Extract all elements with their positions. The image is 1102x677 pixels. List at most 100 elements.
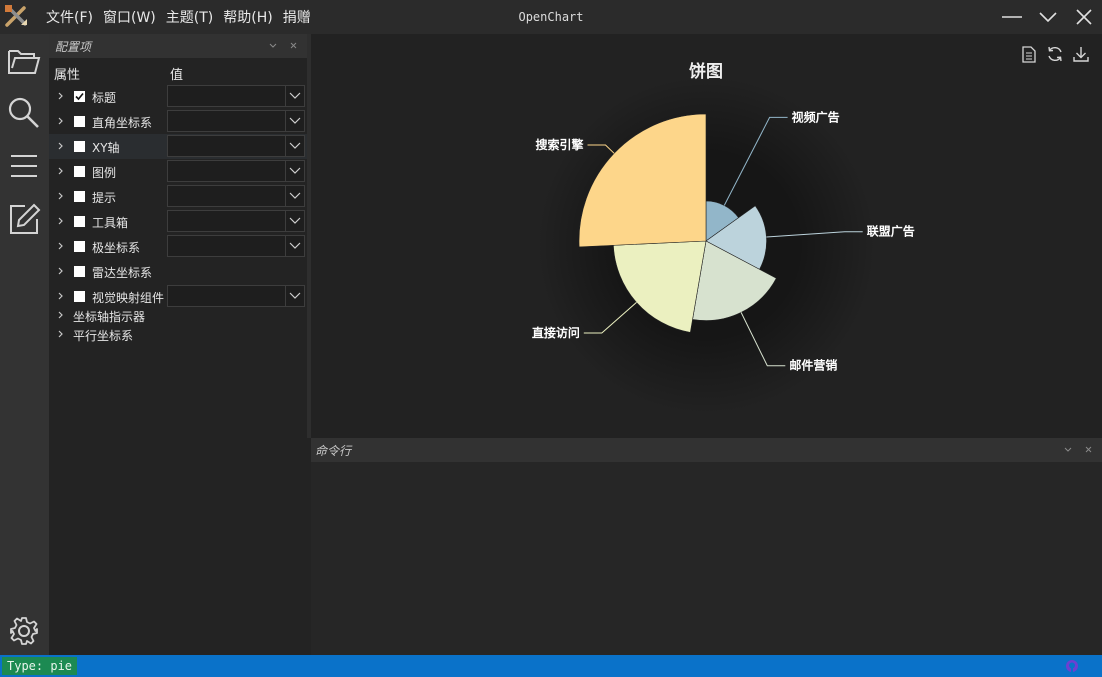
chevron-right-icon[interactable]: [57, 290, 65, 302]
chevron-down-icon: [289, 217, 301, 224]
tree-row[interactable]: 极坐标系: [49, 234, 307, 259]
slice-label-4: 直接访问: [532, 325, 580, 340]
status-bar: Type: pie: [0, 655, 1102, 677]
enable-checkbox[interactable]: [74, 166, 85, 177]
edit-icon: [10, 203, 41, 234]
chevron-right-icon[interactable]: [57, 190, 65, 202]
menu-donate[interactable]: 捐赠: [283, 7, 311, 27]
chevron-right-icon[interactable]: [57, 115, 65, 127]
edit-button[interactable]: [5, 200, 43, 238]
dropdown-arrow: [285, 211, 304, 231]
minimize-icon: [1002, 16, 1022, 18]
tree-row-label: 图例: [92, 166, 117, 180]
value-dropdown[interactable]: [167, 210, 305, 232]
enable-checkbox[interactable]: [74, 191, 85, 202]
tree-row[interactable]: 工具箱: [49, 209, 307, 234]
column-header-property: 属性: [54, 68, 81, 83]
slice-label-5: 搜索引擎: [535, 137, 583, 152]
chevron-right-icon[interactable]: [57, 140, 65, 152]
chart-view: 饼图 视频广告 联盟广告 邮件营销 直接访问 搜索引擎: [311, 34, 1102, 438]
refresh-icon: [1048, 46, 1062, 62]
menu-help[interactable]: 帮助(H): [223, 7, 272, 27]
search-button[interactable]: [5, 94, 43, 132]
chevron-right-icon[interactable]: [57, 90, 65, 102]
restore-button[interactable]: [1042, 44, 1068, 64]
dropdown-arrow: [285, 111, 304, 131]
command-panel-header: 命令行: [311, 438, 1102, 462]
slice-label-3: 邮件营销: [789, 358, 837, 373]
data-view-button[interactable]: [1016, 44, 1042, 64]
chevron-right-icon[interactable]: [57, 215, 65, 227]
enable-checkbox[interactable]: [74, 291, 85, 302]
chevron-down-icon: [269, 43, 277, 48]
chevron-right-icon[interactable]: [57, 309, 65, 321]
document-icon: [1022, 45, 1036, 63]
chevron-right-icon[interactable]: [57, 165, 65, 177]
command-close-button[interactable]: [1080, 445, 1096, 456]
chevron-down-icon: [289, 167, 301, 174]
enable-checkbox[interactable]: [74, 141, 85, 152]
tree-row[interactable]: 雷达坐标系: [49, 259, 307, 284]
command-collapse-button[interactable]: [1060, 445, 1076, 456]
chevron-down-icon: [289, 192, 301, 199]
dropdown-arrow: [285, 236, 304, 256]
tree-row[interactable]: 标题: [49, 84, 307, 109]
command-input-area[interactable]: [311, 462, 1102, 655]
save-image-button[interactable]: [1068, 44, 1094, 64]
dropdown-arrow: [285, 186, 304, 206]
settings-button[interactable]: [5, 612, 43, 650]
value-dropdown[interactable]: [167, 85, 305, 107]
config-panel-header: 配置项: [49, 34, 307, 58]
enable-checkbox[interactable]: [74, 266, 85, 277]
tree-row-label: 标题: [92, 91, 117, 105]
menu-window[interactable]: 窗口(W): [103, 7, 156, 27]
chevron-down-icon: [289, 242, 301, 249]
chevron-right-icon[interactable]: [57, 328, 65, 340]
close-button[interactable]: [1066, 0, 1102, 34]
folder-icon: [8, 50, 41, 74]
value-dropdown[interactable]: [167, 135, 305, 157]
maximize-button[interactable]: [1030, 0, 1066, 34]
tree-row[interactable]: 直角坐标系: [49, 109, 307, 134]
menu-bar: 文件(F) 窗口(W) 主题(T) 帮助(H) 捐赠: [46, 0, 321, 34]
window-controls: [994, 0, 1102, 34]
chevron-down-icon: [289, 117, 301, 124]
slice-label-1: 视频广告: [792, 109, 840, 124]
checkmark-icon: [75, 92, 84, 101]
menu-theme[interactable]: 主题(T): [166, 7, 213, 27]
chevron-right-icon[interactable]: [57, 265, 65, 277]
close-icon: [1085, 446, 1091, 452]
value-dropdown[interactable]: [167, 160, 305, 182]
enable-checkbox[interactable]: [74, 241, 85, 252]
chevron-down-icon: [1064, 447, 1072, 452]
tree-row[interactable]: 图例: [49, 159, 307, 184]
minimize-button[interactable]: [994, 0, 1030, 34]
tree-row-label: 雷达坐标系: [92, 266, 153, 280]
column-header-value: 值: [170, 68, 184, 83]
enable-checkbox[interactable]: [74, 116, 85, 127]
dropdown-arrow: [285, 161, 304, 181]
tree-row[interactable]: 提示: [49, 184, 307, 209]
chevron-down-icon: [289, 292, 301, 299]
config-panel-title: 配置项: [55, 39, 92, 54]
github-icon[interactable]: [1065, 659, 1079, 673]
tree-row-label: 直角坐标系: [92, 116, 153, 130]
tree-row-label: 平行坐标系: [73, 329, 134, 343]
tree-row[interactable]: XY轴: [49, 134, 307, 159]
settings-icon: [10, 617, 38, 645]
menu-file[interactable]: 文件(F): [46, 7, 93, 27]
chevron-right-icon[interactable]: [57, 240, 65, 252]
list-button[interactable]: [5, 147, 43, 185]
enable-checkbox[interactable]: [74, 91, 85, 102]
chart-title: 饼图: [689, 61, 723, 82]
value-dropdown[interactable]: [167, 235, 305, 257]
panel-collapse-button[interactable]: [265, 41, 281, 52]
panel-close-button[interactable]: [285, 41, 301, 52]
value-dropdown[interactable]: [167, 110, 305, 132]
value-dropdown[interactable]: [167, 185, 305, 207]
command-panel-title: 命令行: [315, 443, 352, 458]
tree-row[interactable]: 平行坐标系: [49, 322, 307, 347]
chart-type-status: Type: pie: [2, 657, 78, 675]
open-folder-button[interactable]: [5, 42, 43, 80]
enable-checkbox[interactable]: [74, 216, 85, 227]
